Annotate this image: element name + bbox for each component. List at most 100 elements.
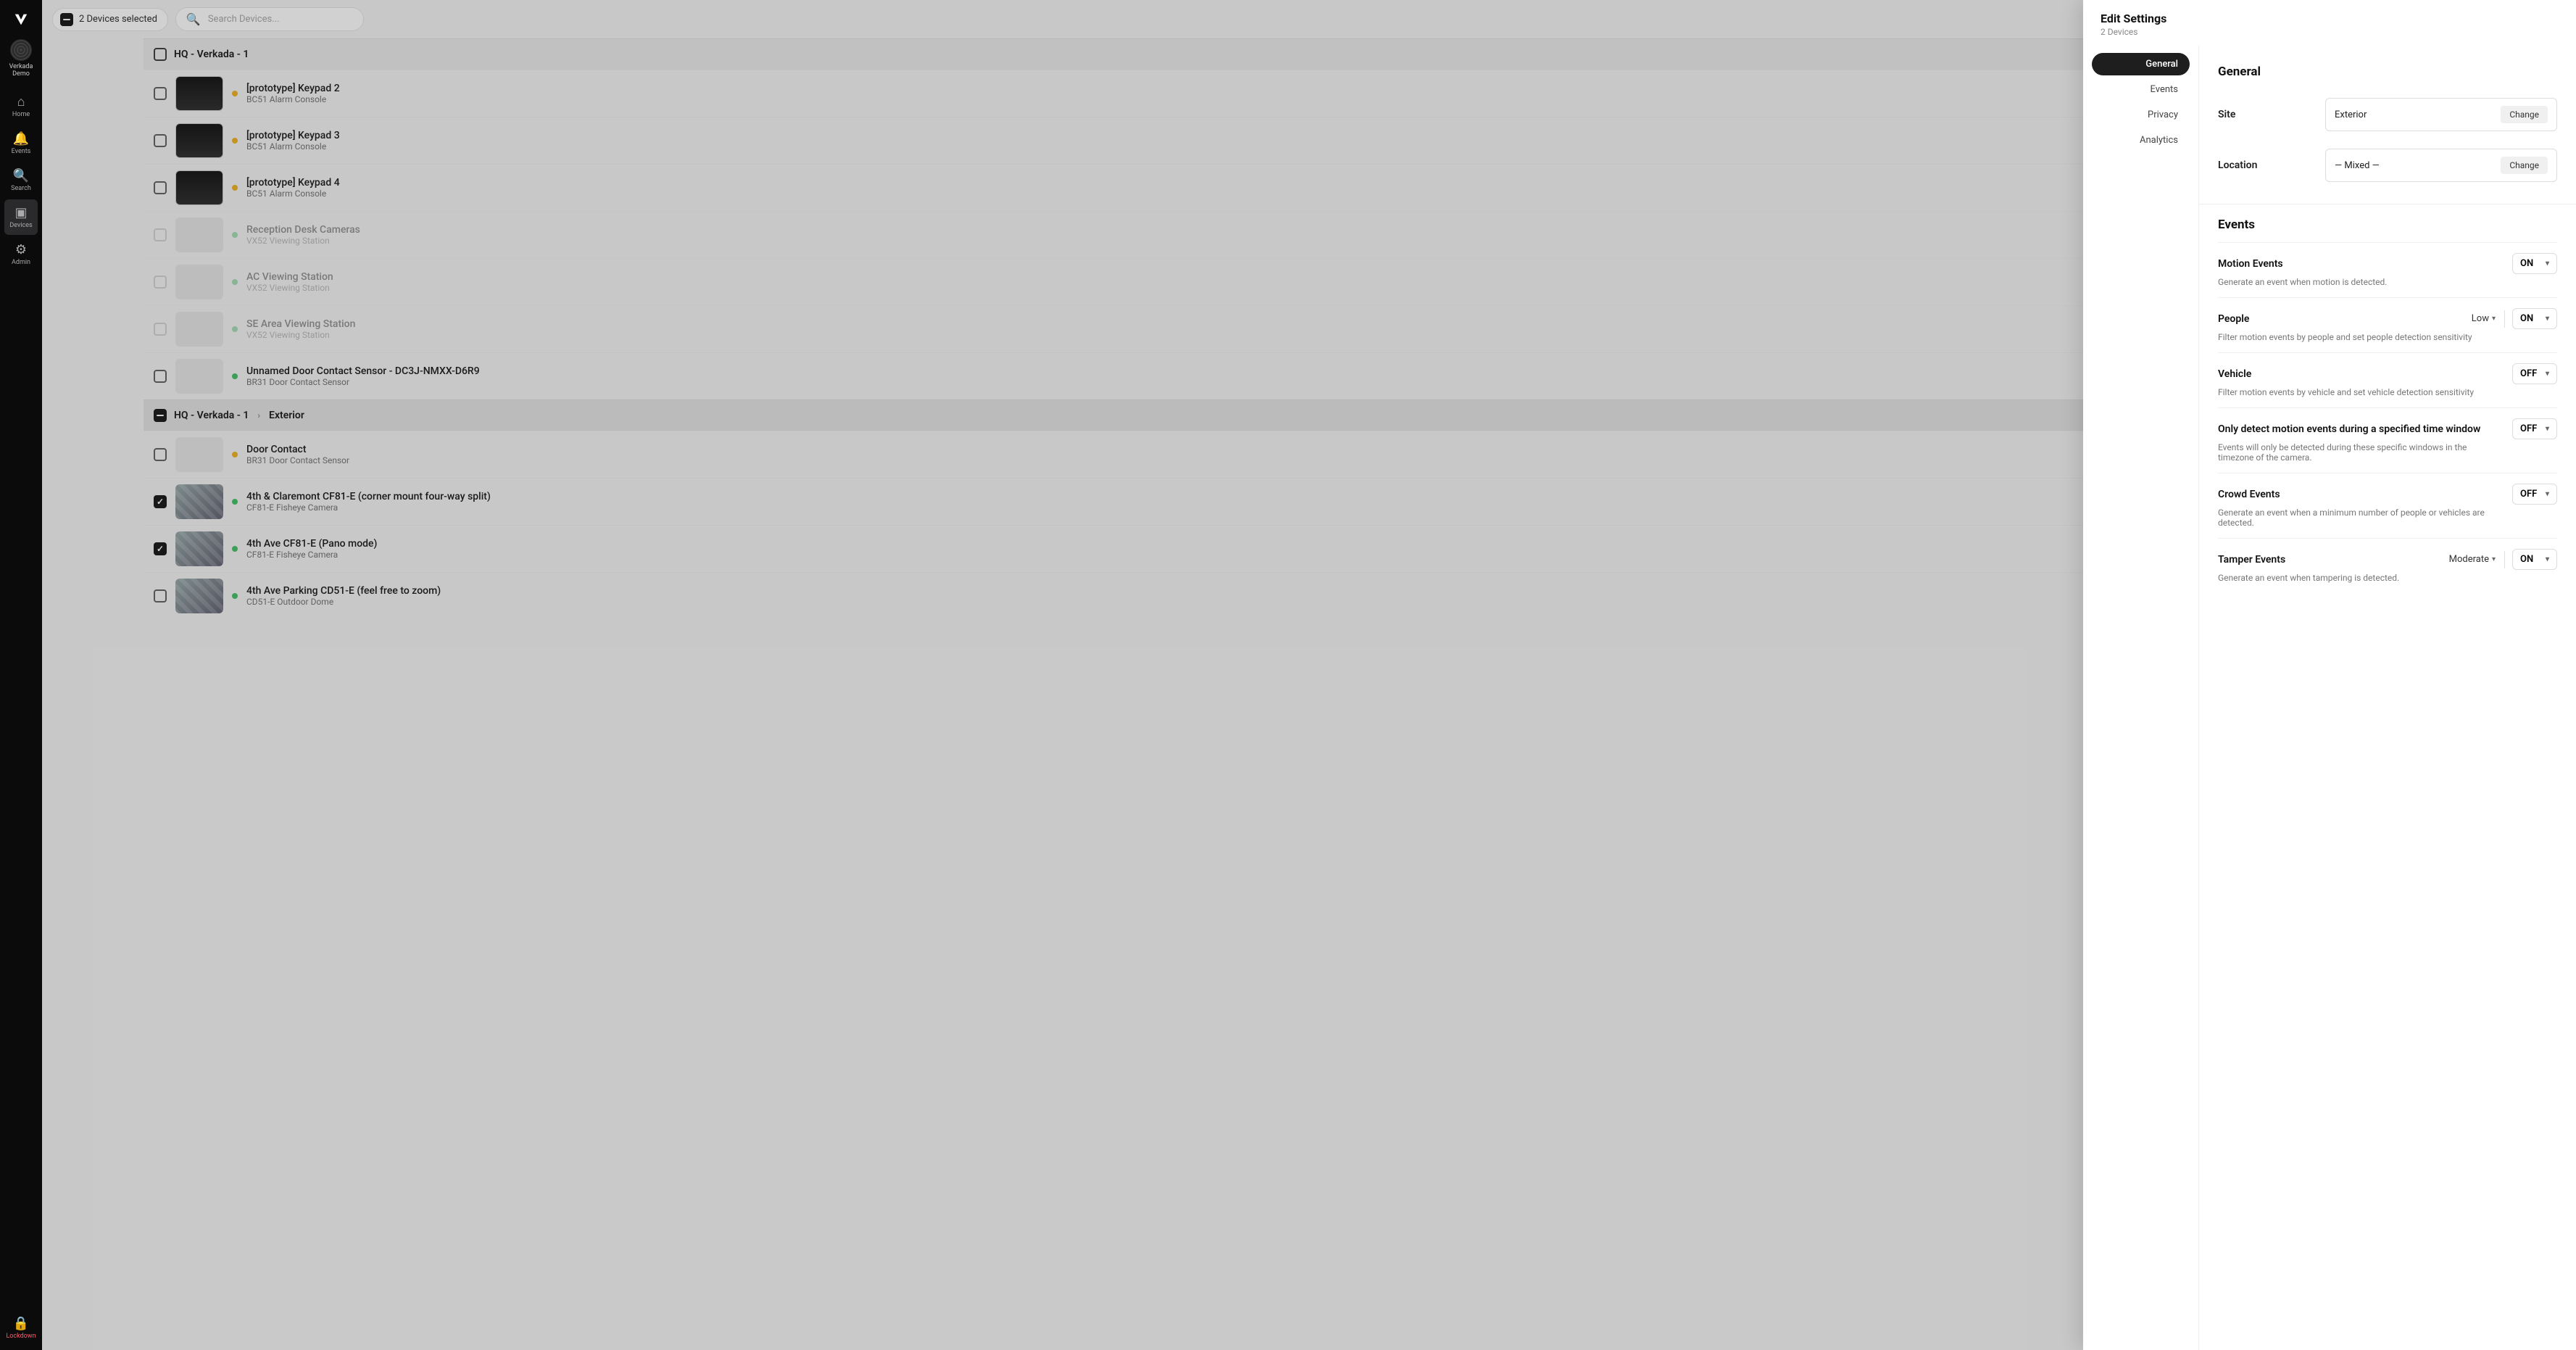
location-box[interactable]: — Mixed — Change bbox=[2325, 149, 2557, 182]
device-row[interactable]: 4th Ave CF81-E (Pano mode)CF81-E Fisheye… bbox=[144, 525, 2083, 572]
location-label: Location bbox=[2218, 160, 2312, 171]
status-dot bbox=[232, 279, 238, 285]
devices-icon: ▣ bbox=[14, 205, 27, 220]
device-subtitle: VX52 Viewing Station bbox=[246, 283, 333, 293]
topbar: 2 Devices selected 🔍 bbox=[42, 0, 2083, 38]
device-title: AC Viewing Station bbox=[246, 271, 333, 283]
status-dot bbox=[232, 232, 238, 238]
device-thumbnail bbox=[175, 359, 223, 394]
group-checkbox[interactable] bbox=[154, 48, 167, 61]
device-row[interactable]: [prototype] Keypad 2BC51 Alarm Console bbox=[144, 70, 2083, 117]
gear-icon: ⚙ bbox=[15, 242, 27, 257]
settings-panel: Edit Settings 2 Devices General Events P… bbox=[2083, 0, 2576, 1350]
row-checkbox[interactable] bbox=[154, 87, 167, 100]
device-row[interactable]: Reception Desk CamerasVX52 Viewing Stati… bbox=[144, 211, 2083, 258]
site-box[interactable]: Exterior Change bbox=[2325, 98, 2557, 131]
device-thumbnail bbox=[175, 484, 223, 519]
vehicle-toggle[interactable]: OFF ▾ bbox=[2512, 363, 2557, 384]
breadcrumb-segment[interactable]: HQ - Verkada - 1 bbox=[174, 410, 249, 421]
crowd-toggle[interactable]: OFF ▾ bbox=[2512, 484, 2557, 505]
tab-privacy[interactable]: Privacy bbox=[2092, 104, 2190, 126]
device-row[interactable]: Door ContactBR31 Door Contact Sensor bbox=[144, 431, 2083, 478]
row-checkbox[interactable] bbox=[154, 495, 167, 508]
nav-devices[interactable]: ▣ Devices bbox=[4, 199, 38, 235]
nav-search[interactable]: 🔍 Search bbox=[4, 162, 38, 198]
people-desc: Filter motion events by people and set p… bbox=[2218, 332, 2493, 342]
device-thumbnail bbox=[175, 531, 223, 566]
site-change-button[interactable]: Change bbox=[2501, 106, 2548, 123]
device-row[interactable]: Unnamed Door Contact Sensor - DC3J-NMXX-… bbox=[144, 352, 2083, 399]
row-checkbox[interactable] bbox=[154, 370, 167, 383]
people-toggle[interactable]: ON ▾ bbox=[2512, 308, 2557, 329]
crowd-title: Crowd Events bbox=[2218, 489, 2280, 500]
device-row[interactable]: 4th Ave Parking CD51-E (feel free to zoo… bbox=[144, 572, 2083, 619]
tab-general[interactable]: General bbox=[2092, 53, 2190, 75]
panel-content[interactable]: General Site Exterior Change Location — … bbox=[2199, 46, 2576, 1350]
device-subtitle: BR31 Door Contact Sensor bbox=[246, 455, 349, 465]
device-title: SE Area Viewing Station bbox=[246, 318, 355, 330]
row-checkbox[interactable] bbox=[154, 589, 167, 602]
timewindow-toggle[interactable]: OFF ▾ bbox=[2512, 418, 2557, 439]
device-subtitle: CF81-E Fisheye Camera bbox=[246, 502, 491, 513]
row-checkbox[interactable] bbox=[154, 181, 167, 194]
row-checkbox[interactable] bbox=[154, 542, 167, 555]
device-thumbnail bbox=[175, 437, 223, 472]
row-checkbox[interactable] bbox=[154, 134, 167, 147]
device-row[interactable]: [prototype] Keypad 3BC51 Alarm Console bbox=[144, 117, 2083, 164]
brand-logo[interactable] bbox=[10, 9, 32, 30]
row-checkbox[interactable] bbox=[154, 448, 167, 461]
setting-timewindow: Only detect motion events during a speci… bbox=[2218, 407, 2557, 473]
group-header[interactable]: HQ - Verkada - 1 bbox=[144, 38, 2083, 70]
device-subtitle: BC51 Alarm Console bbox=[246, 189, 340, 199]
row-checkbox[interactable] bbox=[154, 228, 167, 241]
field-site: Site Exterior Change bbox=[2218, 89, 2557, 140]
row-checkbox[interactable] bbox=[154, 323, 167, 336]
chevron-down-icon: ▾ bbox=[2546, 315, 2549, 323]
main-area: 2 Devices selected 🔍 HQ - Verkada - 1 [pr… bbox=[42, 0, 2083, 1350]
vertical-divider bbox=[2504, 551, 2505, 568]
crowd-desc: Generate an event when a minimum number … bbox=[2218, 508, 2493, 528]
motion-toggle[interactable]: ON ▾ bbox=[2512, 253, 2557, 274]
tab-events[interactable]: Events bbox=[2092, 78, 2190, 101]
nav-events[interactable]: 🔔 Events bbox=[4, 125, 38, 161]
row-text: Reception Desk CamerasVX52 Viewing Stati… bbox=[246, 224, 360, 246]
selection-count: 2 Devices selected bbox=[79, 14, 157, 25]
device-title: Unnamed Door Contact Sensor - DC3J-NMXX-… bbox=[246, 365, 480, 377]
status-dot bbox=[232, 138, 238, 144]
timewindow-desc: Events will only be detected during thes… bbox=[2218, 442, 2493, 463]
field-location: Location — Mixed — Change bbox=[2218, 140, 2557, 191]
search-pill[interactable]: 🔍 bbox=[175, 7, 364, 31]
tamper-level-select[interactable]: Moderate ▾ bbox=[2448, 551, 2497, 568]
status-dot bbox=[232, 373, 238, 379]
device-list[interactable]: HQ - Verkada - 1 [prototype] Keypad 2BC51… bbox=[42, 38, 2083, 1350]
location-change-button[interactable]: Change bbox=[2501, 157, 2548, 174]
tab-analytics[interactable]: Analytics bbox=[2092, 129, 2190, 152]
status-dot bbox=[232, 452, 238, 457]
people-level-select[interactable]: Low ▾ bbox=[2470, 310, 2497, 327]
breadcrumb-segment[interactable]: Exterior bbox=[269, 410, 304, 421]
row-text: 4th Ave Parking CD51-E (feel free to zoo… bbox=[246, 585, 441, 607]
nav-lockdown[interactable]: 🔒 Lockdown bbox=[6, 1309, 36, 1350]
search-input[interactable] bbox=[208, 14, 350, 25]
site-value: Exterior bbox=[2335, 109, 2367, 120]
breadcrumb-segment[interactable]: HQ - Verkada - 1 bbox=[174, 49, 249, 60]
tamper-toggle[interactable]: ON ▾ bbox=[2512, 549, 2557, 570]
device-row[interactable]: AC Viewing StationVX52 Viewing Station bbox=[144, 258, 2083, 305]
group-checkbox[interactable] bbox=[154, 409, 167, 422]
nav-admin[interactable]: ⚙ Admin bbox=[4, 236, 38, 272]
device-thumbnail bbox=[175, 218, 223, 252]
selection-pill[interactable]: 2 Devices selected bbox=[52, 8, 168, 31]
device-row[interactable]: SE Area Viewing StationVX52 Viewing Stat… bbox=[144, 305, 2083, 352]
device-subtitle: CF81-E Fisheye Camera bbox=[246, 550, 377, 560]
chevron-down-icon: ▾ bbox=[2546, 260, 2549, 268]
group-header[interactable]: HQ - Verkada - 1›Exterior bbox=[144, 399, 2083, 431]
org-avatar[interactable] bbox=[10, 39, 32, 61]
device-row[interactable]: [prototype] Keypad 4BC51 Alarm Console bbox=[144, 164, 2083, 211]
nav-home[interactable]: ⌂ Home bbox=[4, 88, 38, 124]
device-row[interactable]: 4th & Claremont CF81-E (corner mount fou… bbox=[144, 478, 2083, 525]
status-dot bbox=[232, 546, 238, 552]
org-label: Verkada Demo bbox=[0, 64, 42, 78]
chevron-down-icon: ▾ bbox=[2546, 425, 2549, 433]
row-checkbox[interactable] bbox=[154, 276, 167, 289]
motion-desc: Generate an event when motion is detecte… bbox=[2218, 277, 2493, 287]
